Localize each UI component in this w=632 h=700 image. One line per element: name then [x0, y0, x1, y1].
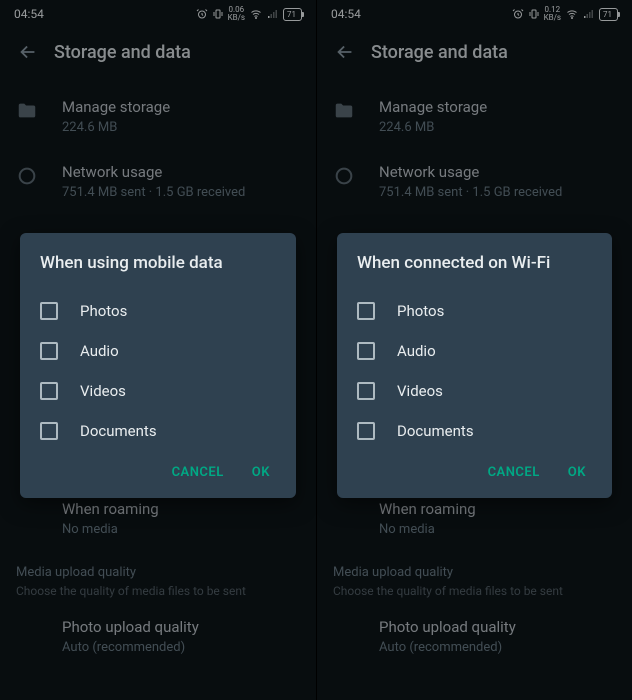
option-label: Videos	[397, 382, 443, 400]
option-documents[interactable]: Documents	[40, 411, 276, 451]
checkbox[interactable]	[357, 422, 375, 440]
ok-button[interactable]: OK	[568, 465, 586, 480]
option-label: Videos	[80, 382, 126, 400]
media-autodownload-dialog: When using mobile data Photos Audio Vide…	[20, 233, 296, 498]
left-pane: 04:54 0.06 KB/s 71 Storage and dat	[0, 0, 316, 700]
dialog-actions: CANCEL OK	[40, 451, 276, 488]
option-label: Documents	[397, 422, 474, 440]
option-audio[interactable]: Audio	[40, 331, 276, 371]
option-label: Audio	[397, 342, 436, 360]
checkbox[interactable]	[357, 382, 375, 400]
cancel-button[interactable]: CANCEL	[172, 465, 224, 480]
dialog-title: When connected on Wi-Fi	[357, 253, 592, 273]
checkbox[interactable]	[40, 382, 58, 400]
checkbox[interactable]	[40, 302, 58, 320]
dialog-actions: CANCEL OK	[357, 451, 592, 488]
option-audio[interactable]: Audio	[357, 331, 592, 371]
checkbox[interactable]	[357, 302, 375, 320]
option-documents[interactable]: Documents	[357, 411, 592, 451]
option-videos[interactable]: Videos	[357, 371, 592, 411]
media-autodownload-dialog: When connected on Wi-Fi Photos Audio Vid…	[337, 233, 612, 498]
right-pane: 04:54 0.12 KB/s 71 Storage and dat	[316, 0, 632, 700]
checkbox[interactable]	[357, 342, 375, 360]
option-photos[interactable]: Photos	[357, 291, 592, 331]
checkbox[interactable]	[40, 342, 58, 360]
option-videos[interactable]: Videos	[40, 371, 276, 411]
option-label: Audio	[80, 342, 119, 360]
option-photos[interactable]: Photos	[40, 291, 276, 331]
option-label: Documents	[80, 422, 157, 440]
checkbox[interactable]	[40, 422, 58, 440]
option-label: Photos	[80, 302, 127, 320]
dialog-title: When using mobile data	[40, 253, 276, 273]
option-label: Photos	[397, 302, 444, 320]
cancel-button[interactable]: CANCEL	[488, 465, 540, 480]
ok-button[interactable]: OK	[252, 465, 270, 480]
